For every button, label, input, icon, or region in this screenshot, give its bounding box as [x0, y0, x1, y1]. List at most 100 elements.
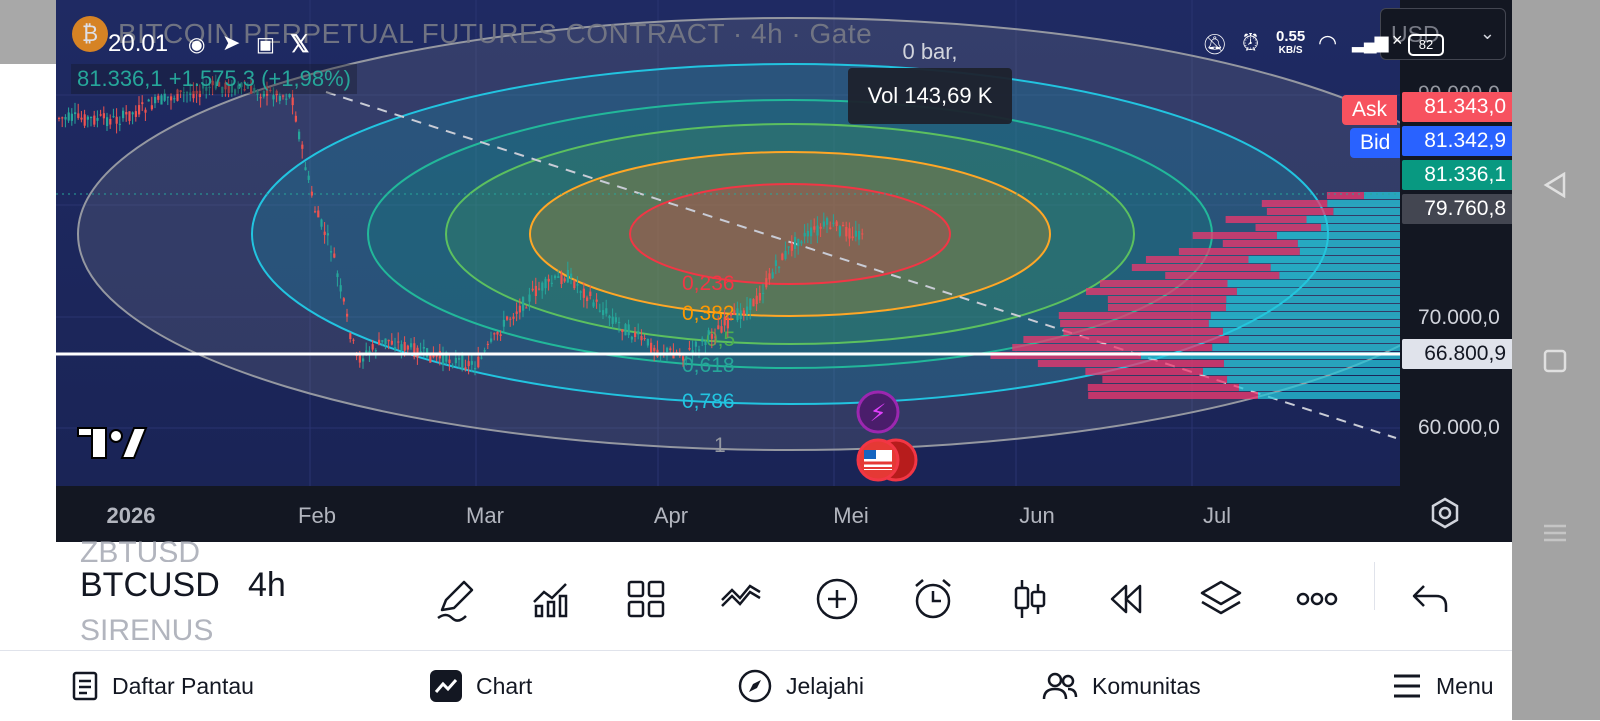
undo-icon[interactable] — [1408, 576, 1454, 622]
add-icon[interactable] — [814, 576, 860, 622]
pencil-icon[interactable] — [432, 576, 478, 622]
grid-icon[interactable] — [623, 576, 669, 622]
candle-body — [358, 355, 361, 363]
volume-bar-buy — [1222, 328, 1400, 335]
hamburger-icon — [1394, 674, 1420, 698]
indicators-icon[interactable] — [528, 576, 574, 622]
x-label-feb: Feb — [298, 503, 336, 528]
symbol-prev[interactable]: ZBTUSD — [80, 536, 200, 562]
nav-community[interactable]: Komunitas — [1042, 651, 1201, 721]
candle-body — [346, 313, 349, 317]
candle-body — [758, 293, 761, 301]
candle-body — [557, 276, 560, 278]
candle-body — [627, 324, 630, 336]
nav-community-label: Komunitas — [1092, 672, 1201, 699]
candle-body — [128, 111, 131, 121]
candle-body — [547, 278, 550, 282]
nav-chart[interactable]: Chart — [430, 651, 532, 721]
candle-body — [502, 319, 505, 327]
layers-icon[interactable] — [1198, 576, 1244, 622]
candle-body — [842, 224, 845, 226]
replay-icon[interactable] — [1102, 576, 1148, 622]
candle-body — [733, 310, 736, 315]
symbol-next[interactable]: SIRENUS — [80, 614, 213, 650]
candle-body — [61, 117, 64, 119]
candle-body — [371, 344, 374, 350]
status-time: 20.01 — [108, 30, 169, 57]
chart-area[interactable]: 0,236 0,382 0,5 0,618 0,786 1 ⚡ BITCOIN … — [56, 0, 1512, 542]
volume-bar-buy — [1212, 344, 1400, 351]
change-readout: 81.336,1 +1.575,3 (+1,98%) — [71, 64, 357, 94]
volume-bar-sell — [1222, 240, 1298, 247]
candle-body — [826, 218, 829, 225]
candle-body — [589, 291, 592, 297]
volume-tooltip: 0 bar, Vol 143,69 K — [848, 39, 1012, 124]
candle-body — [144, 109, 147, 113]
watchlist-icon — [72, 671, 98, 701]
candle-body — [109, 118, 112, 125]
home-nav-icon[interactable] — [1542, 348, 1568, 374]
symbol-current[interactable]: BTCUSD — [80, 566, 220, 605]
candle-body — [810, 227, 813, 237]
last-price: 81.336,1 — [1402, 160, 1518, 190]
candle-body — [851, 236, 854, 239]
candle-body — [838, 226, 841, 236]
candle-body — [624, 324, 627, 336]
candle-body — [451, 365, 454, 367]
settings-icon[interactable] — [1428, 496, 1462, 530]
net-speed: 0.55 KB/S — [1276, 28, 1306, 56]
volume-bar-sell — [1107, 296, 1227, 303]
system-bar-edge — [0, 0, 56, 64]
patterns-icon[interactable] — [718, 576, 764, 622]
volume-bar-buy — [1363, 192, 1400, 199]
candle-body — [608, 315, 611, 319]
candle-body — [688, 347, 691, 350]
candles-icon[interactable] — [1006, 576, 1052, 622]
candle-body — [522, 297, 525, 311]
candle-body — [496, 331, 499, 335]
volume-bar-buy — [1270, 264, 1400, 271]
candle-body — [730, 313, 733, 316]
volume-bar-sell — [1086, 288, 1237, 295]
nav-menu[interactable]: Menu — [1392, 651, 1494, 721]
y-label-60000: 60.000,0 — [1418, 416, 1500, 439]
more-icon[interactable] — [1294, 576, 1340, 622]
x-label-jul: Jul — [1202, 503, 1232, 528]
back-nav-icon[interactable] — [1542, 172, 1568, 198]
volume-bar-buy — [1226, 296, 1400, 303]
candle-body — [406, 345, 409, 350]
volume-bar-buy — [1208, 320, 1400, 327]
no-sim-icon: × — [1392, 30, 1403, 50]
candle-body — [643, 338, 646, 340]
candle-body — [806, 230, 809, 237]
candle-body — [544, 278, 547, 289]
volume-bar-sell — [1088, 392, 1258, 399]
price-axis[interactable] — [1400, 0, 1512, 486]
candle-body — [90, 117, 93, 119]
candle-body — [70, 113, 73, 121]
candle-body — [685, 356, 688, 360]
time-axis[interactable] — [56, 486, 1512, 542]
candle-body — [339, 285, 342, 292]
candle-body — [157, 95, 160, 100]
candle-body — [96, 117, 99, 121]
interval-button[interactable]: 4h — [248, 566, 286, 605]
volume-bar-buy — [1248, 256, 1400, 263]
volume-bar-buy — [1238, 384, 1400, 391]
nav-explore[interactable]: Jelajahi — [738, 651, 864, 721]
candle-body — [384, 338, 387, 345]
alarm-icon[interactable] — [910, 576, 956, 622]
candle-body — [294, 115, 297, 122]
candle-body — [592, 302, 595, 307]
x-label-2026: 2026 — [106, 503, 156, 528]
nav-watchlist[interactable]: Daftar Pantau — [72, 651, 254, 721]
recents-nav-icon[interactable] — [1542, 520, 1568, 546]
candle-body — [106, 117, 109, 127]
candle-body — [794, 236, 797, 249]
candle-body — [742, 310, 745, 315]
candle-body — [538, 288, 541, 290]
candle-body — [531, 288, 534, 291]
candle-body — [858, 230, 861, 240]
candle-body — [342, 298, 345, 302]
candle-body — [800, 241, 803, 244]
